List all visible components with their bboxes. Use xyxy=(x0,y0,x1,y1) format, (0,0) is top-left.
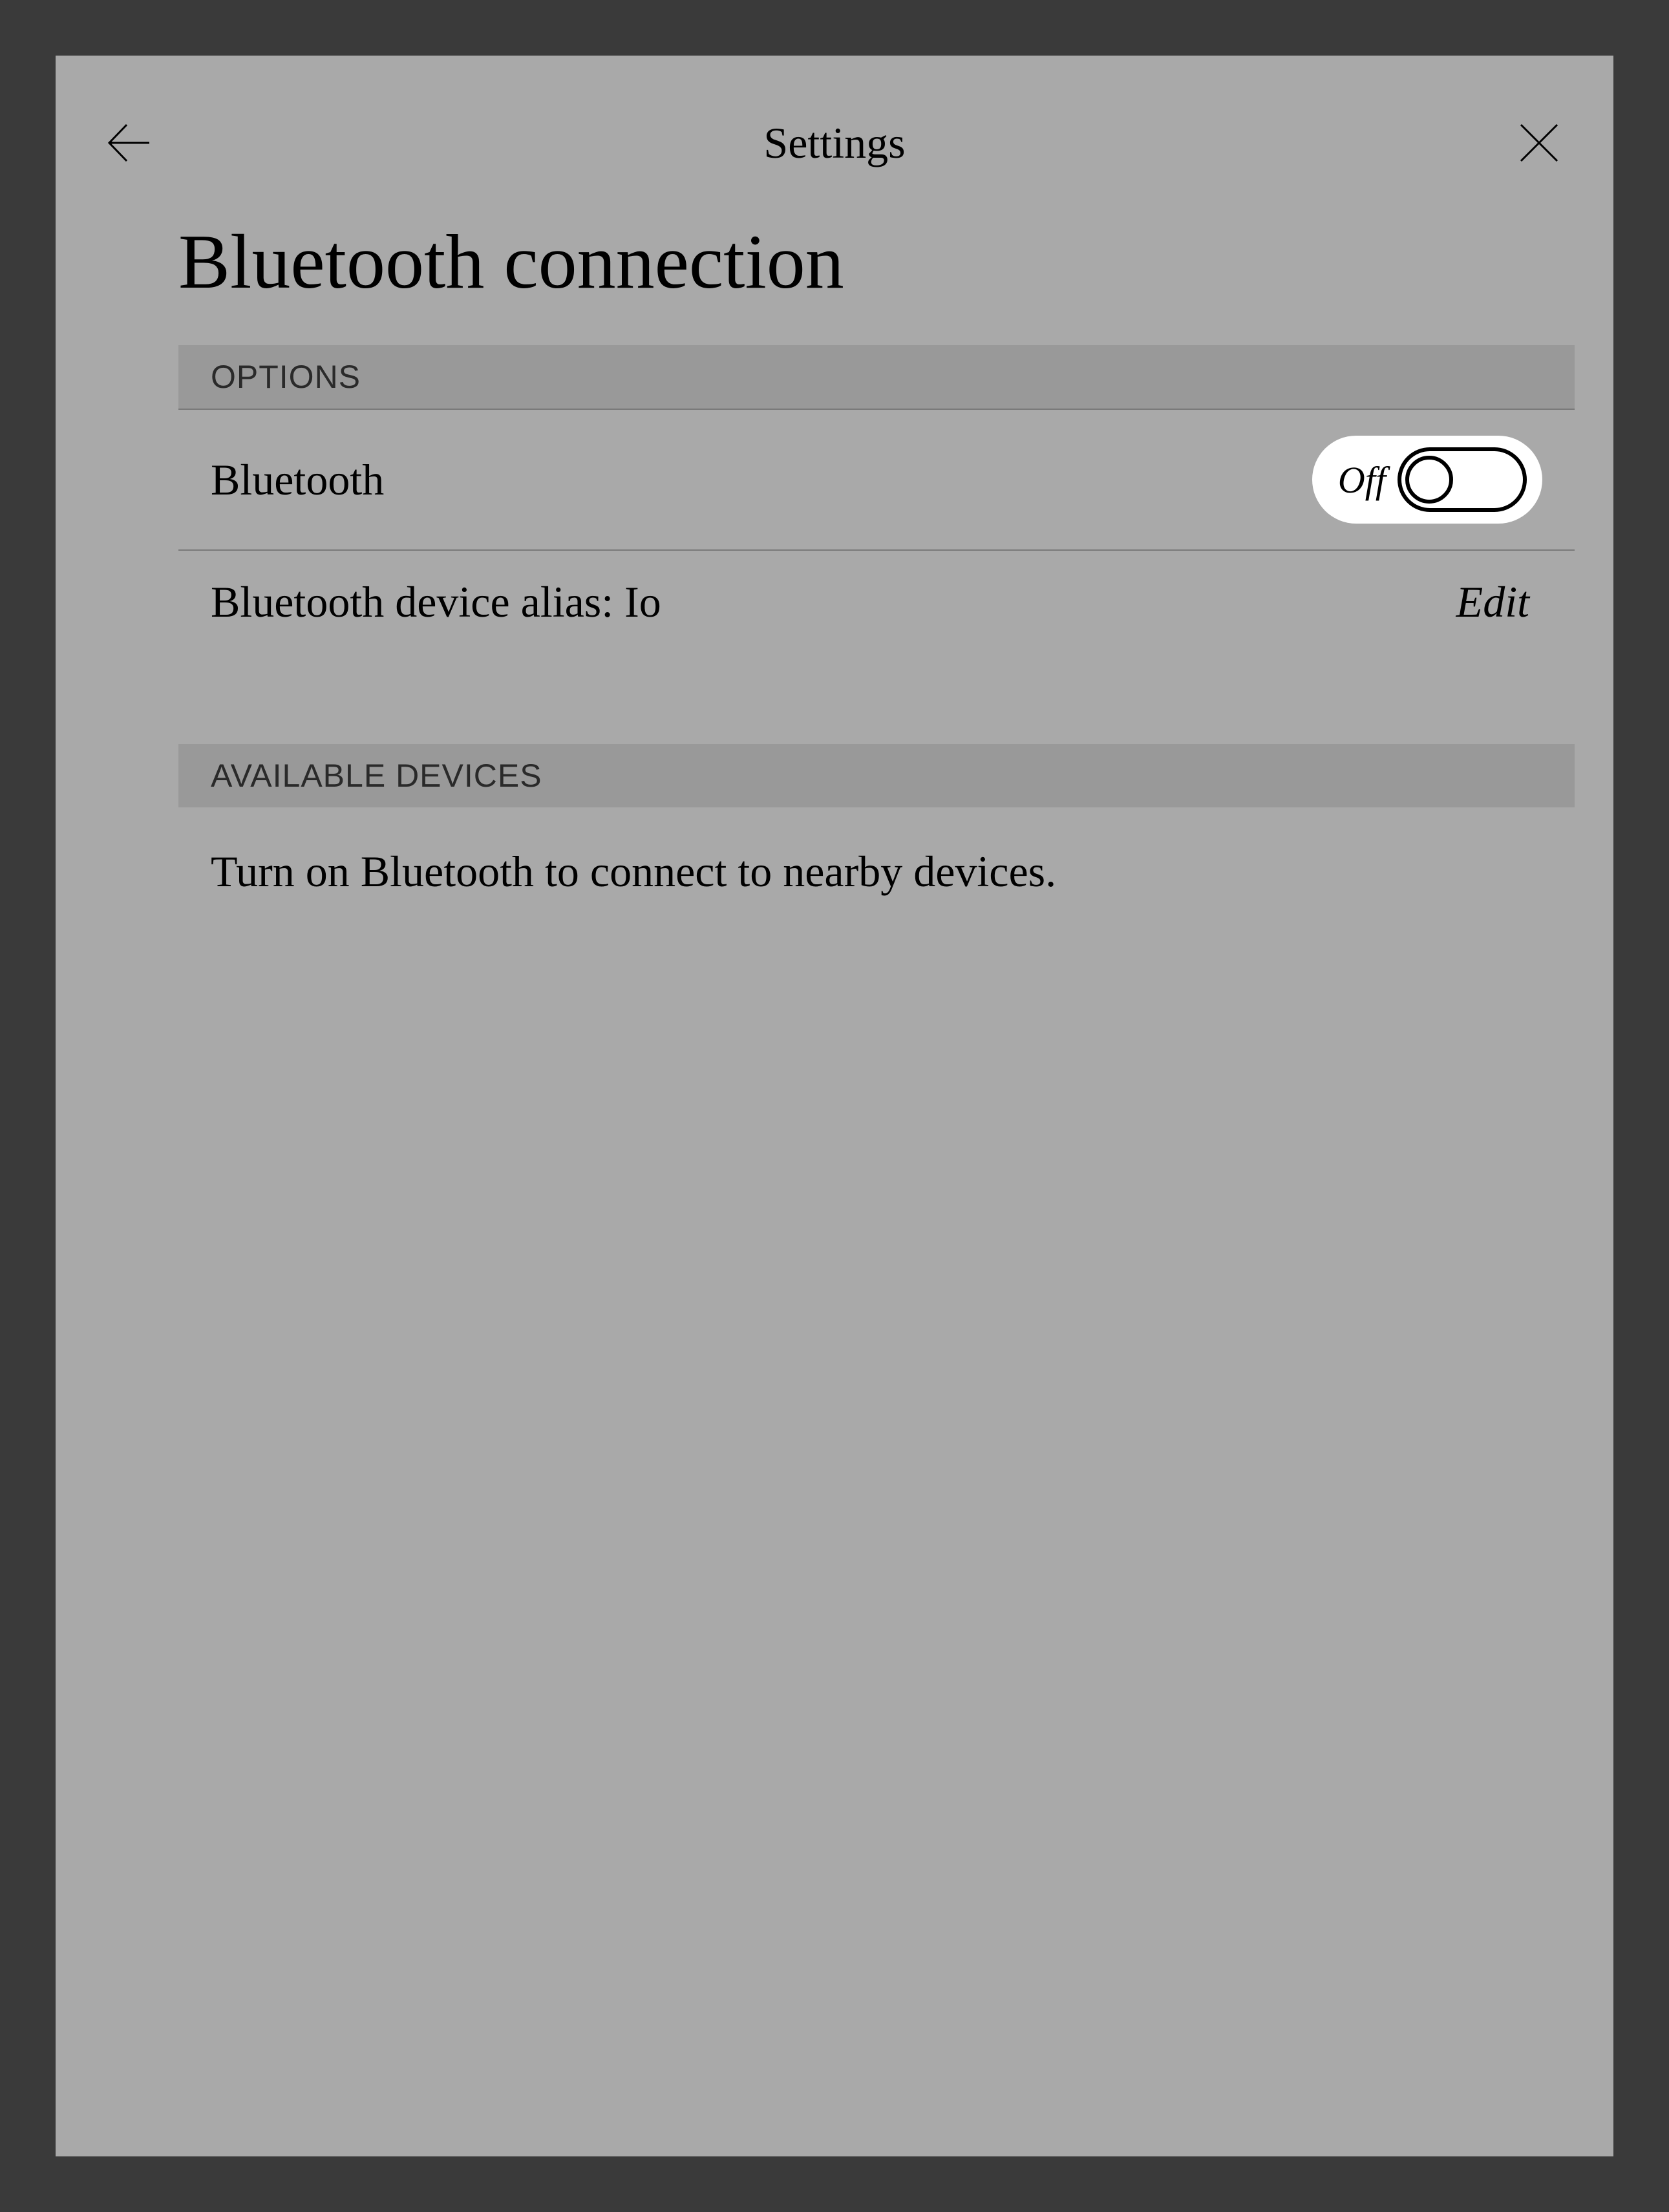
available-empty-message: Turn on Bluetooth to connect to nearby d… xyxy=(178,807,1575,936)
settings-panel: Settings Bluetooth connection OPTIONS Bl… xyxy=(56,56,1613,2156)
bluetooth-toggle[interactable]: Off xyxy=(1312,436,1542,524)
section-gap xyxy=(94,654,1575,744)
page-title: Bluetooth connection xyxy=(94,198,1575,345)
content-area: Bluetooth connection OPTIONS Bluetooth O… xyxy=(56,198,1613,936)
available-section-header: AVAILABLE DEVICES xyxy=(178,744,1575,807)
back-icon[interactable] xyxy=(101,114,159,172)
close-icon[interactable] xyxy=(1510,114,1568,172)
bluetooth-row: Bluetooth Off xyxy=(178,410,1575,551)
toggle-state-label: Off xyxy=(1338,458,1386,502)
edit-alias-button[interactable]: Edit xyxy=(1456,577,1542,628)
options-section-header: OPTIONS xyxy=(178,345,1575,409)
toggle-track xyxy=(1398,447,1527,512)
bluetooth-label: Bluetooth xyxy=(211,454,384,505)
alias-label: Bluetooth device alias: Io xyxy=(211,577,661,628)
toggle-knob xyxy=(1405,456,1453,504)
header-title: Settings xyxy=(763,118,905,169)
options-section: Bluetooth Off Bluetooth device alias: Io… xyxy=(178,410,1575,654)
header-bar: Settings xyxy=(56,56,1613,198)
alias-row: Bluetooth device alias: Io Edit xyxy=(178,551,1575,654)
available-section: Turn on Bluetooth to connect to nearby d… xyxy=(178,807,1575,936)
